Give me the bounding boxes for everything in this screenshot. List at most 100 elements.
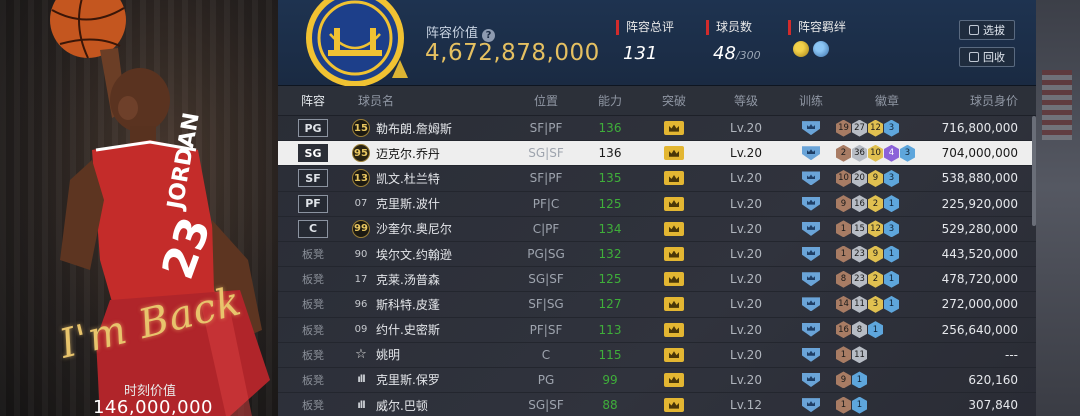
table-row[interactable]: C 99 沙奎尔.奥尼尔 C|PF 134 Lv.20 1 15 12 3 529,280,000 <box>278 217 1036 242</box>
table-scrollbar[interactable] <box>1032 116 1036 226</box>
lineup-slot-cell[interactable]: 板凳 <box>278 318 348 342</box>
training-cell[interactable] <box>786 116 836 140</box>
position-slot-tag[interactable]: C <box>298 219 328 238</box>
lineup-slot-cell[interactable]: 板凳 <box>278 343 348 367</box>
training-shield-icon[interactable] <box>802 171 820 186</box>
crown-icon[interactable] <box>664 146 684 161</box>
lineup-slot-cell[interactable]: PG <box>278 116 348 140</box>
crown-icon[interactable] <box>664 297 684 312</box>
training-cell[interactable] <box>786 141 836 165</box>
player-name-cell[interactable]: 95 迈克尔.乔丹 <box>352 141 512 165</box>
table-row[interactable]: 板凳 ☆ 姚明 C 115 Lv.20 1 11 --- <box>278 343 1036 368</box>
breakthrough-cell[interactable] <box>642 116 706 140</box>
table-row[interactable]: SG 95 迈克尔.乔丹 SG|SF 136 Lv.20 2 36 10 4 3 704,000,00… <box>278 141 1036 167</box>
training-shield-icon[interactable] <box>802 322 820 337</box>
header-position[interactable]: 位置 <box>514 86 578 115</box>
featured-player-card[interactable]: JORDAN 23 I'm Back 时刻价值 146,000,000 <box>0 0 278 416</box>
table-row[interactable]: 板凳 ıll 克里斯.保罗 PG 99 Lv.20 9 1 620,160 <box>278 368 1036 394</box>
lineup-slot-cell[interactable]: SG <box>278 141 348 165</box>
breakthrough-cell[interactable] <box>642 292 706 316</box>
training-shield-icon[interactable] <box>802 221 820 236</box>
breakthrough-cell[interactable] <box>642 192 706 216</box>
table-row[interactable]: 板凳 17 克莱.汤普森 SG|SF 125 Lv.20 8 23 2 1 478,720,000 <box>278 267 1036 293</box>
training-shield-icon[interactable] <box>802 272 820 287</box>
position-slot-tag[interactable]: PG <box>298 119 328 138</box>
lineup-slot-cell[interactable]: SF <box>278 166 348 190</box>
crown-icon[interactable] <box>664 221 684 236</box>
crown-icon[interactable] <box>664 171 684 186</box>
breakthrough-cell[interactable] <box>642 393 706 416</box>
player-name-cell[interactable]: 07 克里斯.波什 <box>352 192 512 216</box>
table-row[interactable]: 板凳 96 斯科特.皮蓬 SF|SG 127 Lv.20 14 11 3 1 272,000,000 <box>278 292 1036 318</box>
crown-icon[interactable] <box>664 398 684 413</box>
training-cell[interactable] <box>786 343 836 367</box>
lineup-slot-cell[interactable]: 板凳 <box>278 368 348 392</box>
training-shield-icon[interactable] <box>802 398 820 413</box>
table-row[interactable]: PG 15 勒布朗.詹姆斯 SF|PF 136 Lv.20 19 27 12 3 716,800,0… <box>278 116 1036 142</box>
training-shield-icon[interactable] <box>802 347 820 362</box>
training-shield-icon[interactable] <box>802 247 820 262</box>
training-cell[interactable] <box>786 192 836 216</box>
player-name-cell[interactable]: 96 斯科特.皮蓬 <box>352 292 512 316</box>
lineup-slot-cell[interactable]: PF <box>278 192 348 216</box>
table-row[interactable]: 板凳 90 埃尔文.约翰逊 PG|SG 132 Lv.20 1 23 9 1 443,520,000 <box>278 242 1036 268</box>
player-name-cell[interactable]: 15 勒布朗.詹姆斯 <box>352 116 512 140</box>
header-ability[interactable]: 能力 <box>578 86 642 115</box>
crown-icon[interactable] <box>664 272 684 287</box>
training-cell[interactable] <box>786 267 836 291</box>
breakthrough-cell[interactable] <box>642 217 706 241</box>
player-name-cell[interactable]: 09 约什.史密斯 <box>352 318 512 342</box>
recycle-button[interactable]: 回收 <box>959 47 1015 67</box>
table-row[interactable]: 板凳 09 约什.史密斯 PF|SF 113 Lv.20 16 8 1 256,640,000 <box>278 318 1036 343</box>
breakthrough-cell[interactable] <box>642 368 706 392</box>
training-cell[interactable] <box>786 368 836 392</box>
table-row[interactable]: SF 13 凯文.杜兰特 SF|PF 135 Lv.20 10 20 9 3 538,880,000 <box>278 166 1036 192</box>
training-shield-icon[interactable] <box>802 146 820 161</box>
training-shield-icon[interactable] <box>802 196 820 211</box>
lineup-slot-cell[interactable]: 板凳 <box>278 267 348 291</box>
header-training[interactable]: 训练 <box>786 86 836 115</box>
header-level[interactable]: 等级 <box>706 86 786 115</box>
header-player-name[interactable]: 球员名 <box>352 86 512 115</box>
crown-icon[interactable] <box>664 196 684 211</box>
crown-icon[interactable] <box>664 347 684 362</box>
player-name-cell[interactable]: 99 沙奎尔.奥尼尔 <box>352 217 512 241</box>
table-row[interactable]: PF 07 克里斯.波什 PF|C 125 Lv.20 9 16 2 1 225,920,000 <box>278 192 1036 217</box>
breakthrough-cell[interactable] <box>642 267 706 291</box>
lineup-slot-cell[interactable]: C <box>278 217 348 241</box>
player-name-cell[interactable]: 90 埃尔文.约翰逊 <box>352 242 512 266</box>
select-button[interactable]: 选拔 <box>959 20 1015 40</box>
training-cell[interactable] <box>786 217 836 241</box>
position-slot-tag[interactable]: SF <box>298 169 328 188</box>
breakthrough-cell[interactable] <box>642 318 706 342</box>
breakthrough-cell[interactable] <box>642 242 706 266</box>
breakthrough-cell[interactable] <box>642 343 706 367</box>
training-cell[interactable] <box>786 166 836 190</box>
lineup-bond-stat[interactable]: 阵容羁绊 <box>788 20 846 57</box>
training-cell[interactable] <box>786 393 836 416</box>
player-name-cell[interactable]: 13 凯文.杜兰特 <box>352 166 512 190</box>
crown-icon[interactable] <box>664 247 684 262</box>
training-shield-icon[interactable] <box>802 372 820 387</box>
breakthrough-cell[interactable] <box>642 166 706 190</box>
player-name-cell[interactable]: 17 克莱.汤普森 <box>352 267 512 291</box>
breakthrough-cell[interactable] <box>642 141 706 165</box>
player-name-cell[interactable]: ıll 威尔.巴顿 <box>352 393 512 416</box>
crown-icon[interactable] <box>664 322 684 337</box>
lineup-slot-cell[interactable]: 板凳 <box>278 292 348 316</box>
training-cell[interactable] <box>786 318 836 342</box>
training-cell[interactable] <box>786 242 836 266</box>
header-value[interactable]: 球员身价 <box>914 86 1032 115</box>
training-cell[interactable] <box>786 292 836 316</box>
training-shield-icon[interactable] <box>802 297 820 312</box>
player-name-cell[interactable]: ıll 克里斯.保罗 <box>352 368 512 392</box>
crown-icon[interactable] <box>664 372 684 387</box>
position-slot-tag[interactable]: PF <box>298 194 328 213</box>
lineup-slot-cell[interactable]: 板凳 <box>278 393 348 416</box>
header-breakthrough[interactable]: 突破 <box>642 86 706 115</box>
lineup-slot-cell[interactable]: 板凳 <box>278 242 348 266</box>
crown-icon[interactable] <box>664 121 684 136</box>
player-name-cell[interactable]: ☆ 姚明 <box>352 343 512 367</box>
table-row[interactable]: 板凳 ıll 威尔.巴顿 SG|SF 88 Lv.12 1 1 307,840 <box>278 393 1036 416</box>
header-lineup[interactable]: 阵容 <box>278 86 348 115</box>
